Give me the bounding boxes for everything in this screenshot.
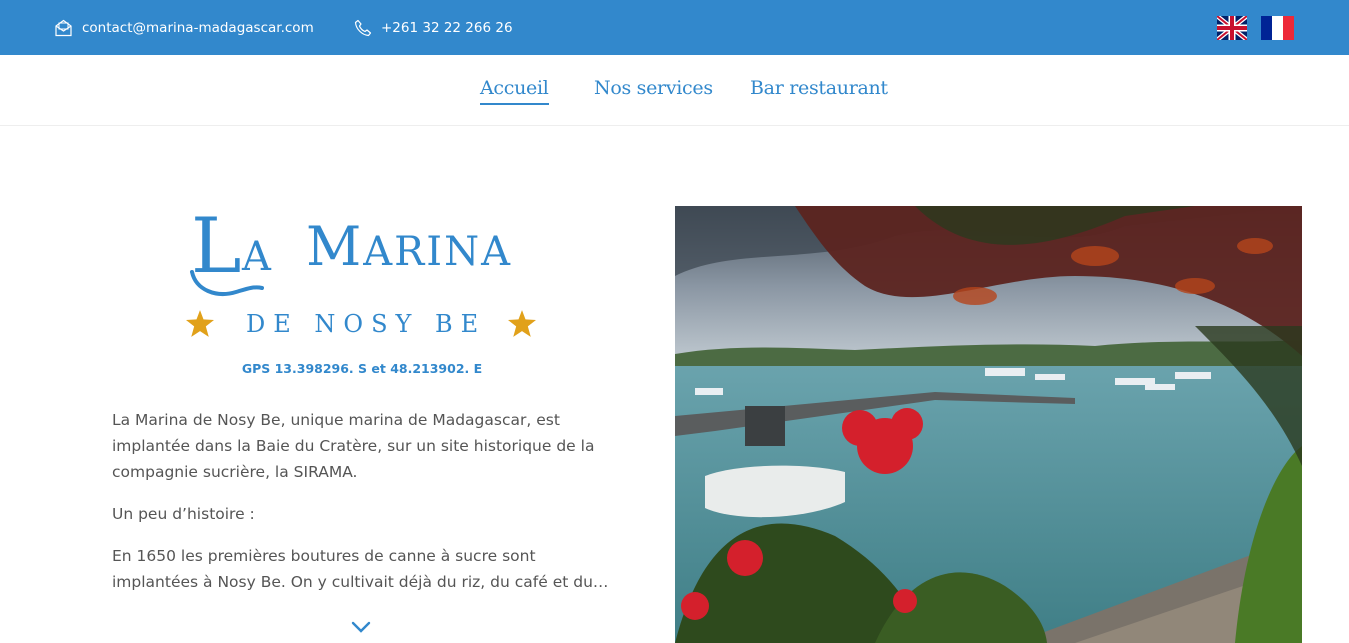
gps-coordinates: GPS 13.398296. S et 48.213902. E <box>241 361 483 376</box>
history-heading: Un peu d’histoire : <box>112 505 255 523</box>
chevron-down-icon[interactable] <box>351 620 371 634</box>
logo-subtitle: DE NOSY BE <box>246 310 487 338</box>
email-contact[interactable]: contact@marina-madagascar.com <box>54 0 314 55</box>
nav-item-accueil[interactable]: Accueil <box>480 77 549 105</box>
email-text[interactable]: contact@marina-madagascar.com <box>82 20 314 36</box>
envelope-icon <box>55 19 72 36</box>
intro-paragraph: La Marina de Nosy Be, unique marina de M… <box>112 411 595 481</box>
logo-letter-m: M <box>306 215 364 278</box>
nav-item-bar-restaurant[interactable]: Bar restaurant <box>750 77 888 99</box>
marina-photo <box>675 206 1302 643</box>
main-navigation: Accueil Nos services Bar restaurant <box>0 55 1349 126</box>
phone-icon <box>354 19 372 36</box>
logo-word-a: A <box>242 234 273 280</box>
uk-flag-icon[interactable] <box>1217 16 1247 40</box>
phone-text[interactable]: +261 32 22 266 26 <box>381 20 513 36</box>
phone-contact[interactable]: +261 32 22 266 26 <box>354 0 513 55</box>
top-bar: contact@marina-madagascar.com +261 32 22… <box>0 0 1349 55</box>
france-flag-icon[interactable] <box>1261 16 1294 40</box>
nav-item-nos-services[interactable]: Nos services <box>594 77 713 99</box>
logo-word-marina: MARINA <box>306 220 512 274</box>
la-marina-logo: L A MARINA DE NOSY BE <box>186 208 538 342</box>
intro-text: La Marina de Nosy Be, unique marina de M… <box>112 407 612 611</box>
star-icon <box>186 310 214 337</box>
history-paragraph: En 1650 les premières boutures de canne … <box>112 547 609 591</box>
logo-word-arina: ARINA <box>363 229 512 275</box>
star-icon <box>508 310 536 337</box>
